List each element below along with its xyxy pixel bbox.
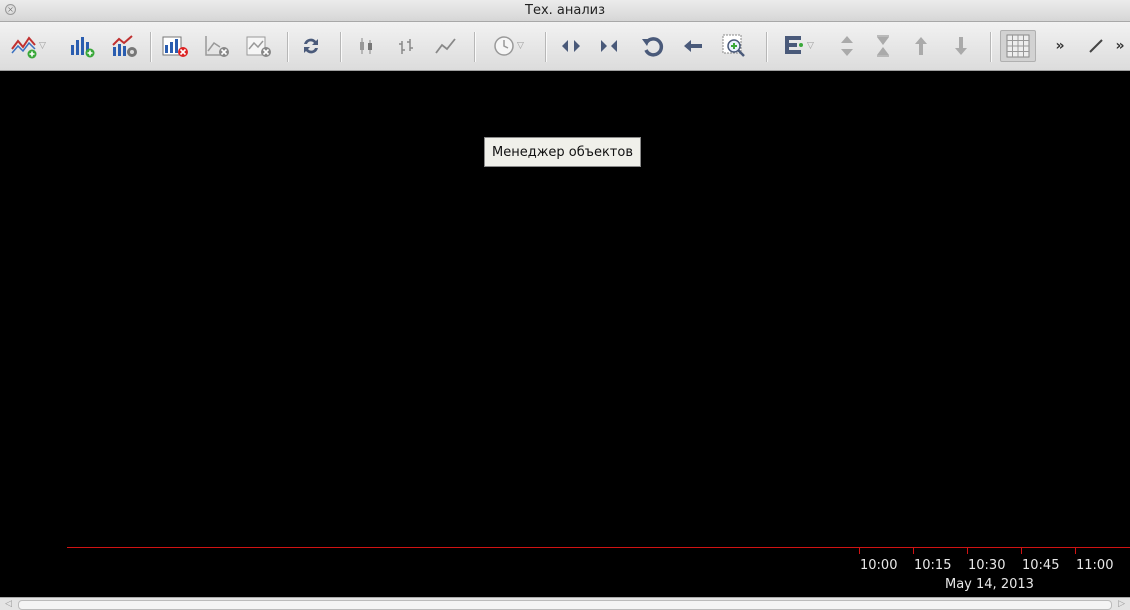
scroll-left-arrow-icon[interactable]: ◁ — [5, 599, 12, 609]
scroll-up-button[interactable] — [908, 30, 934, 62]
timeframe-button[interactable]: ▽ — [486, 30, 530, 62]
object-manager-icon — [785, 36, 804, 54]
scroll-right-arrow-icon[interactable]: ▷ — [1118, 599, 1125, 609]
time-tick-label: 10:45 — [1022, 558, 1060, 573]
add-indicator-dropdown-icon[interactable]: ▽ — [39, 41, 46, 51]
ohlc-chart-button[interactable] — [392, 30, 420, 62]
window-titlebar: × Тех. анализ — [0, 0, 1130, 22]
candlestick-chart-button[interactable] — [352, 30, 380, 62]
toolbar-separator — [340, 32, 342, 62]
grid-icon — [1006, 34, 1030, 58]
add-indicator-button[interactable]: ▽ — [8, 30, 48, 62]
undo-rotate-icon — [642, 37, 664, 57]
remove-drawing-icon — [246, 36, 271, 57]
time-axis-line — [67, 547, 1130, 548]
toolbar-separator — [287, 32, 289, 62]
draw-line-button[interactable] — [1084, 30, 1108, 62]
refresh-button[interactable] — [296, 30, 326, 62]
toolbar-separator — [766, 32, 768, 62]
add-chart-button[interactable] — [66, 30, 98, 62]
time-axis-tick — [1021, 548, 1022, 554]
remove-drawing-button[interactable] — [242, 30, 276, 62]
time-tick-label: 10:00 — [860, 558, 898, 573]
arrow-up-icon — [915, 37, 927, 55]
expand-vertical-button[interactable] — [834, 30, 860, 62]
add-chart-icon — [71, 37, 95, 58]
toolbar-separator — [474, 32, 476, 62]
window-title: Тех. анализ — [525, 3, 605, 18]
object-manager-button[interactable]: ▽ — [776, 30, 820, 62]
add-indicator-icon — [11, 36, 37, 59]
object-manager-dropdown-icon[interactable]: ▽ — [807, 41, 814, 51]
toolbar-separator — [150, 32, 152, 62]
ohlc-bar-icon — [399, 39, 413, 54]
expand-vertical-icon — [841, 36, 853, 56]
horizontal-scrollbar[interactable]: ◁ ▷ — [0, 597, 1130, 610]
remove-indicator-button[interactable] — [200, 30, 234, 62]
scroll-back-button[interactable] — [678, 30, 708, 62]
draw-line-icon — [1089, 39, 1103, 53]
compress-vertical-icon — [877, 35, 889, 57]
line-chart-icon — [435, 38, 456, 54]
main-toolbar: ▽ ▽ ▽ » » — [0, 22, 1130, 71]
scroll-down-button[interactable] — [948, 30, 974, 62]
refresh-icon — [304, 38, 318, 54]
toolbar-overflow-button[interactable]: » — [1050, 30, 1070, 62]
zoom-area-icon — [722, 34, 745, 57]
remove-indicator-icon — [205, 36, 229, 57]
clock-icon — [494, 36, 514, 56]
arrow-left-icon — [684, 40, 702, 52]
candlestick-icon — [360, 38, 372, 54]
chart-settings-button[interactable] — [108, 30, 142, 62]
time-axis-tick — [1075, 548, 1076, 554]
time-tick-label: 11:00 — [1076, 558, 1114, 573]
chart-settings-icon — [112, 35, 137, 57]
toolbar-separator — [990, 32, 992, 62]
compress-horizontal-icon — [601, 40, 617, 52]
zoom-area-button[interactable] — [718, 30, 750, 62]
scrollbar-track[interactable] — [18, 600, 1112, 610]
date-label: May 14, 2013 — [945, 577, 1034, 592]
compress-vertical-button[interactable] — [870, 30, 896, 62]
expand-horizontal-button[interactable] — [556, 30, 586, 62]
time-axis-tick — [913, 548, 914, 554]
time-axis-tick — [859, 548, 860, 554]
grid-toggle-button[interactable] — [1000, 30, 1036, 62]
remove-chart-icon — [162, 36, 188, 57]
expand-horizontal-icon — [562, 40, 580, 52]
arrow-down-icon — [955, 37, 967, 55]
time-tick-label: 10:15 — [914, 558, 952, 573]
time-tick-label: 10:30 — [968, 558, 1006, 573]
toolbar-separator — [545, 32, 547, 62]
reset-view-button[interactable] — [638, 30, 668, 62]
tooltip: Менеджер объектов — [484, 137, 641, 167]
compress-horizontal-button[interactable] — [594, 30, 624, 62]
toolbar-overflow-button-2[interactable]: » — [1112, 30, 1128, 62]
line-chart-button[interactable] — [432, 30, 460, 62]
time-axis-tick — [967, 548, 968, 554]
remove-chart-button[interactable] — [158, 30, 192, 62]
timeframe-dropdown-icon[interactable]: ▽ — [517, 41, 524, 51]
